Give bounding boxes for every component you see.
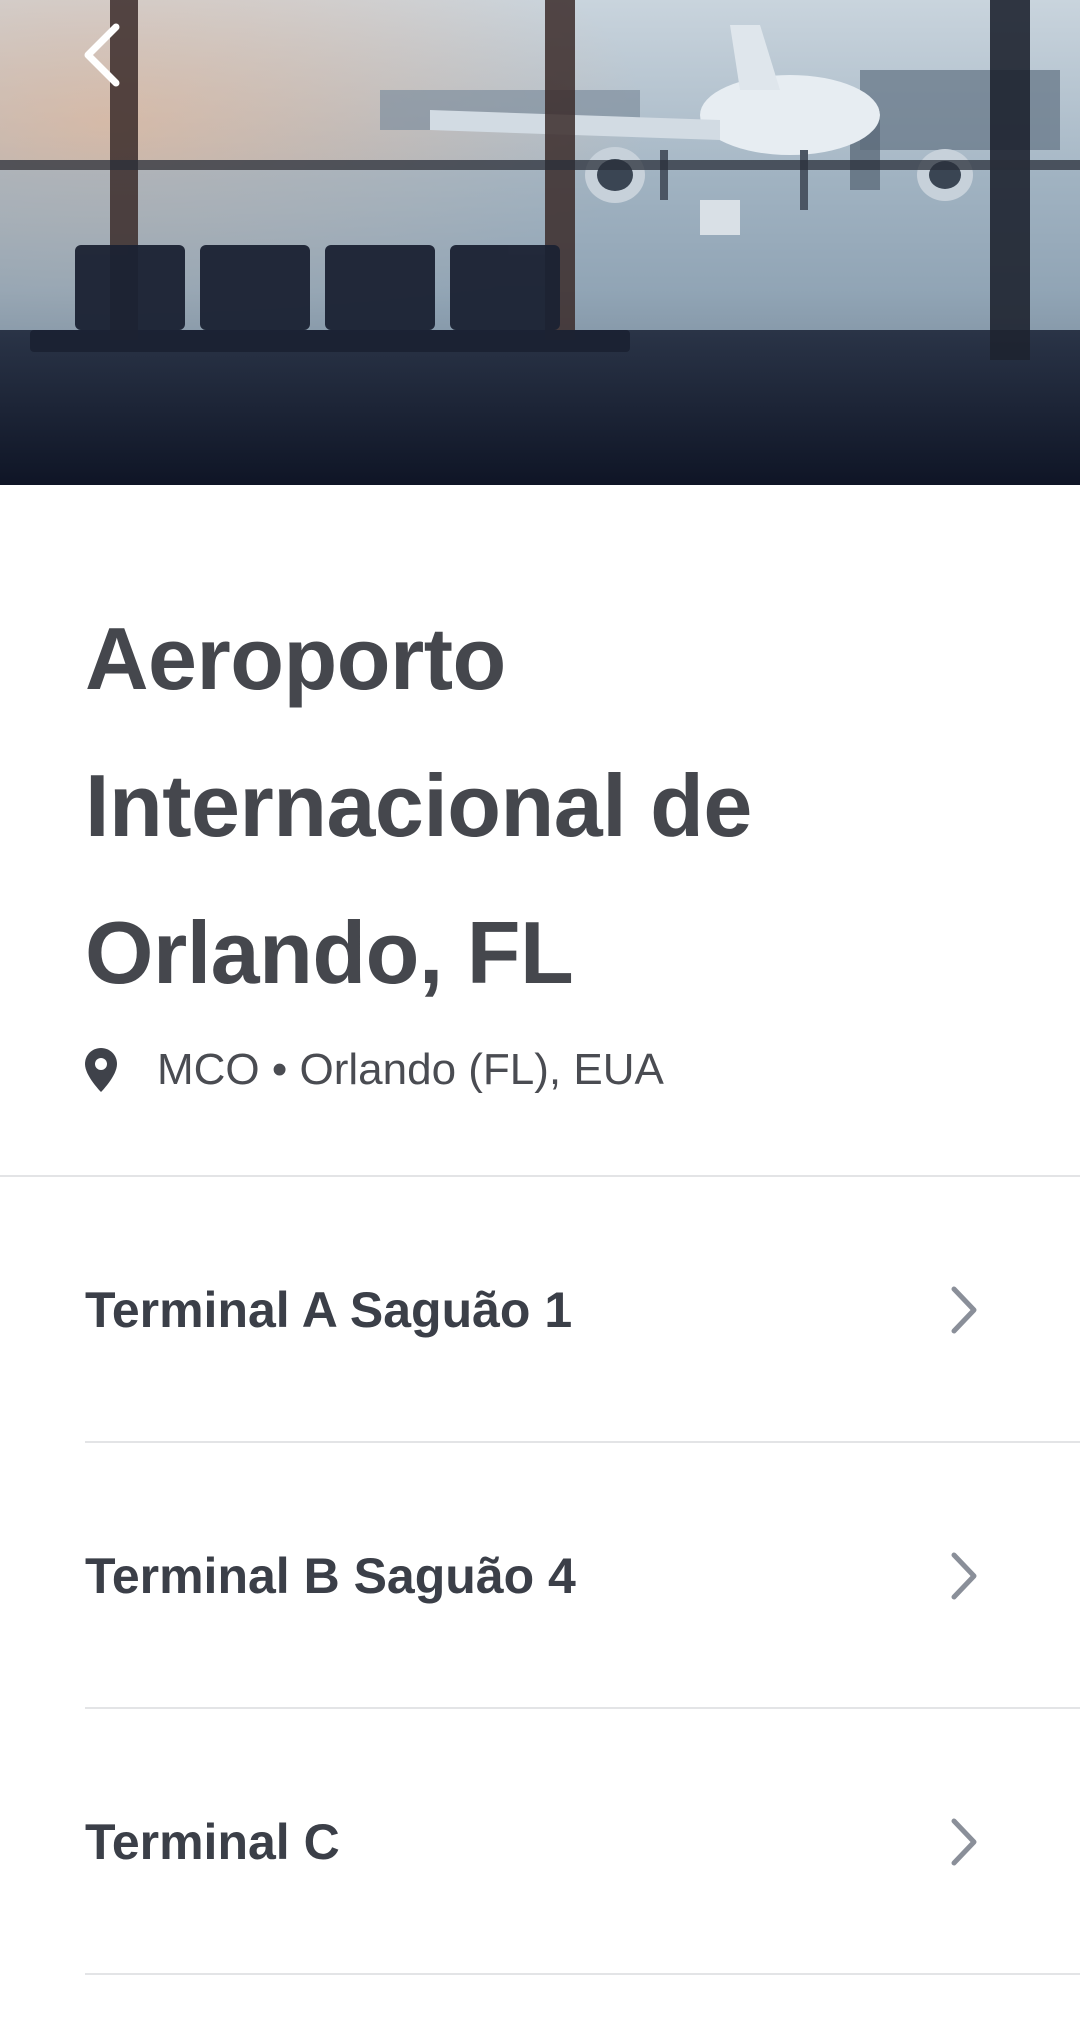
terminal-label: Terminal B Saguão 4 bbox=[85, 1548, 576, 1604]
location-text: MCO • Orlando (FL), EUA bbox=[157, 1045, 664, 1094]
page-title: Aeroporto Internacional de Orlando, FL bbox=[85, 609, 752, 1002]
terminal-label: Terminal A Saguão 1 bbox=[85, 1282, 573, 1338]
terminal-item-b[interactable]: Terminal B Saguão 4 bbox=[0, 1443, 1080, 1709]
terminal-item-a[interactable]: Terminal A Saguão 1 bbox=[0, 1177, 1080, 1443]
chevron-right-icon bbox=[944, 1709, 984, 1975]
back-button[interactable] bbox=[62, 10, 142, 100]
chevron-right-icon bbox=[944, 1177, 984, 1443]
chevron-right-icon bbox=[944, 1443, 984, 1709]
terminal-label: Terminal C bbox=[85, 1814, 340, 1870]
terminal-item-c[interactable]: Terminal C bbox=[0, 1709, 1080, 1975]
chevron-left-icon bbox=[84, 23, 120, 87]
hero-image bbox=[0, 0, 1080, 485]
terminal-list: Terminal A Saguão 1 Terminal B Saguão 4 … bbox=[0, 1177, 1080, 1975]
map-pin-icon bbox=[85, 1042, 131, 1098]
location-line: MCO • Orlando (FL), EUA bbox=[85, 1040, 664, 1100]
airport-detail-screen: Aeroporto Internacional de Orlando, FL M… bbox=[0, 0, 1080, 2026]
list-divider bbox=[85, 1973, 1080, 1975]
